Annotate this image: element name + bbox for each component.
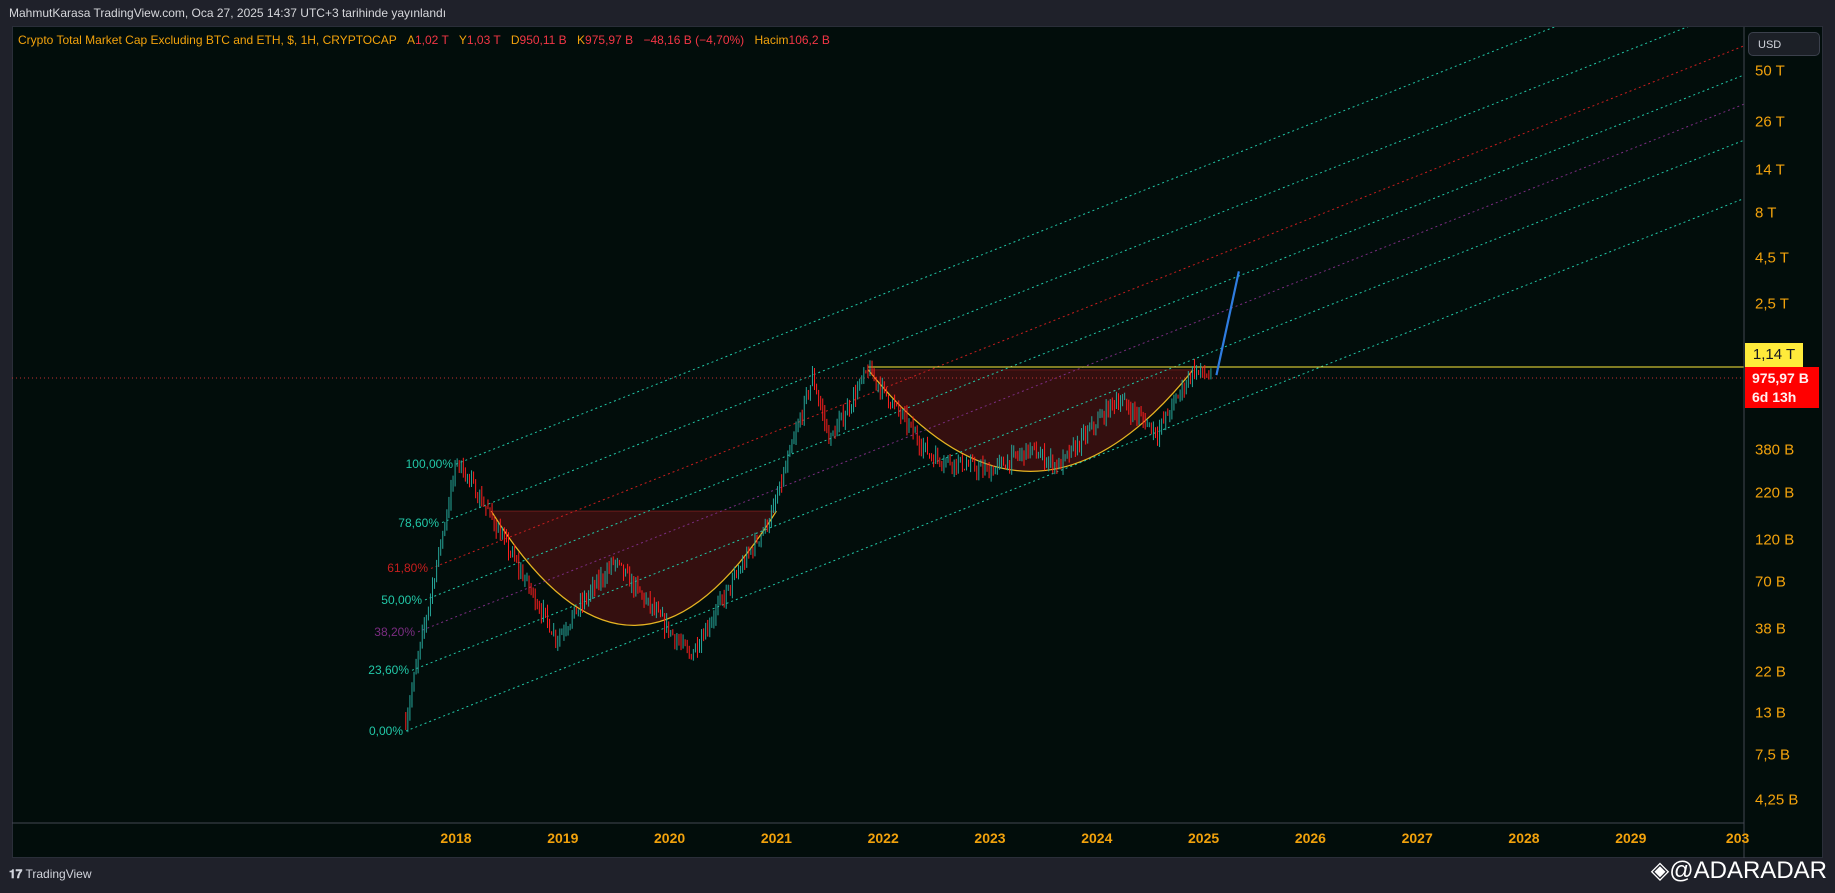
bar-countdown: 6d 13h [1752, 389, 1797, 405]
fib-line [430, 45, 1744, 569]
time-tick: 2019 [547, 830, 579, 846]
level-price-chip: 1,14 T [1745, 343, 1803, 367]
price-tick: 220 B [1755, 484, 1795, 502]
fib-label: 78,60% [398, 515, 439, 530]
change-value: −48,16 B (−4,70%) [643, 33, 745, 47]
price-tick: 70 B [1755, 573, 1786, 591]
price-tick: 14 T [1755, 161, 1785, 179]
cup-fill-1 [491, 511, 777, 626]
price-tick: 4,25 B [1755, 791, 1799, 809]
time-tick: 2025 [1188, 830, 1220, 846]
open-label: A [406, 33, 415, 47]
volume-label: Hacim [754, 33, 789, 47]
time-tick: 2024 [1081, 830, 1113, 846]
price-tick: 13 B [1755, 704, 1786, 722]
time-tick: 2027 [1401, 830, 1433, 846]
binance-diamond-icon: ◈ [1650, 857, 1670, 884]
low-label: D [510, 33, 520, 47]
last-price-chip: 975,97 B 6d 13h [1745, 367, 1819, 408]
tradingview-logo-text: TradingView [25, 867, 92, 881]
time-tick: 2020 [654, 830, 686, 846]
fib-label: 0,00% [368, 724, 403, 738]
last-price: 975,97 B [1752, 370, 1809, 386]
price-tick: 22 B [1755, 663, 1786, 681]
price-tick: 380 B [1755, 441, 1795, 459]
price-chart[interactable] [0, 0, 1835, 893]
time-tick: 2021 [760, 830, 792, 846]
time-tick: 2023 [974, 830, 1006, 846]
watermark: ◈@ADARADAR [1651, 856, 1827, 885]
high-label: Y [458, 33, 467, 47]
tv-logo-icon: 𝟏𝟕 [9, 867, 23, 881]
fib-label: 23,60% [368, 663, 409, 678]
plot-area [12, 27, 1744, 733]
time-tick: 2026 [1294, 830, 1326, 846]
close-value: 975,97 B [585, 33, 634, 47]
time-tick: 2022 [867, 830, 899, 846]
fib-label: 38,20% [374, 624, 415, 639]
time-tick: 2018 [440, 830, 472, 846]
time-tick: 2029 [1615, 830, 1647, 846]
close-label: K [577, 33, 586, 47]
price-tick: 8 T [1755, 204, 1777, 222]
price-tick: 38 B [1755, 620, 1786, 638]
time-tick: 2028 [1508, 830, 1540, 846]
fib-label: 100,00% [405, 457, 453, 472]
tradingview-logo[interactable]: 𝟏𝟕 TradingView [9, 867, 92, 882]
watermark-text: @ADARADAR [1669, 857, 1827, 884]
fib-line [405, 198, 1744, 732]
fib-line [411, 139, 1744, 671]
projection-line [1215, 271, 1240, 376]
price-tick: 50 T [1755, 62, 1785, 80]
volume-value: 106,2 B [788, 33, 830, 47]
time-tick: 203 [1725, 830, 1750, 846]
currency-button[interactable]: USD [1748, 32, 1820, 56]
price-tick: 2,5 T [1755, 295, 1789, 313]
symbol-title[interactable]: Crypto Total Market Cap Excluding BTC an… [18, 33, 397, 47]
high-value: 1,03 T [466, 33, 501, 47]
fib-label: 61,80% [387, 561, 428, 576]
open-value: 1,02 T [414, 33, 449, 47]
fib-label: 50,00% [381, 592, 422, 607]
symbol-legend: Crypto Total Market Cap Excluding BTC an… [18, 33, 830, 47]
price-tick: 4,5 T [1755, 249, 1789, 267]
low-value: 950,11 B [519, 33, 567, 47]
price-tick: 120 B [1755, 531, 1795, 549]
price-tick: 26 T [1755, 113, 1785, 131]
price-tick: 7,5 B [1755, 746, 1791, 764]
